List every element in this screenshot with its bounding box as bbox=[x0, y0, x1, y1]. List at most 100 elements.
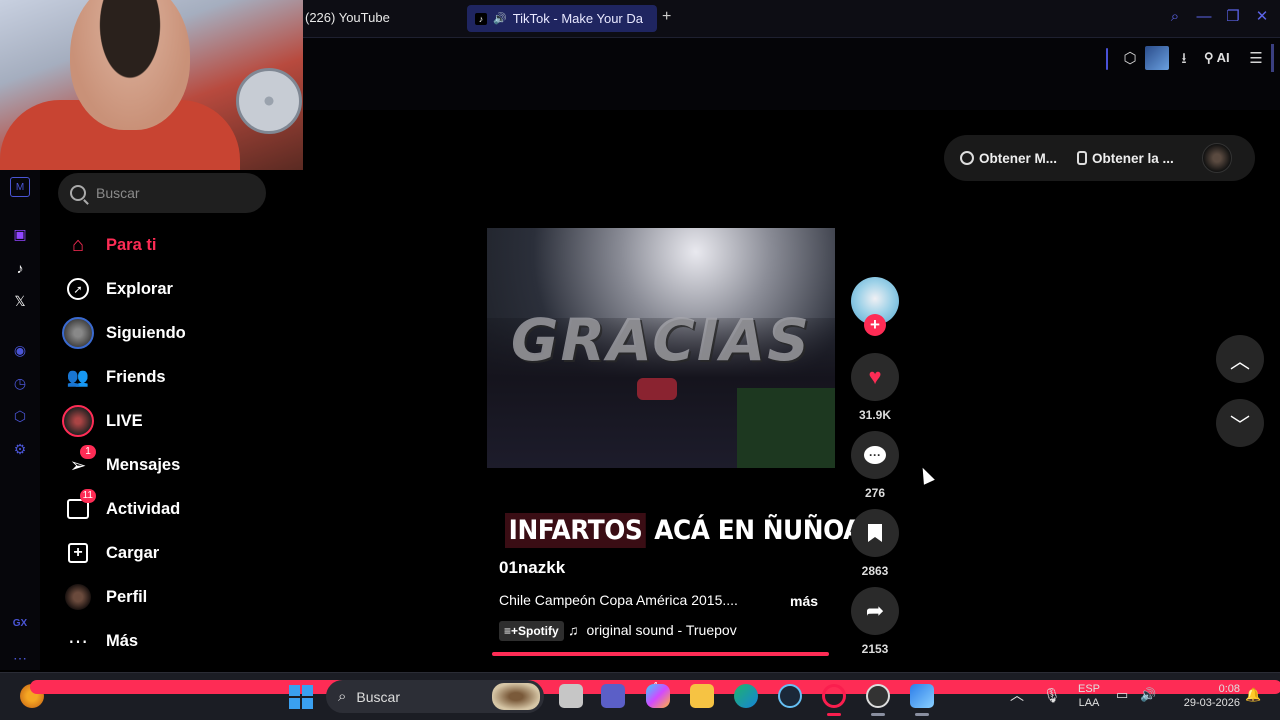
notifications-icon[interactable]: 🔔 bbox=[1245, 688, 1261, 702]
sound-link[interactable]: ♫ original sound - Truepov bbox=[568, 622, 737, 638]
nav-following[interactable]: Siguiendo bbox=[62, 317, 282, 349]
extensions-rail-icon[interactable]: ⬡ bbox=[10, 406, 30, 426]
opera-gx-icon[interactable] bbox=[822, 684, 846, 708]
share-button[interactable]: ➦ bbox=[851, 587, 899, 635]
speaker-icon: 🔊 bbox=[493, 13, 507, 25]
live-avatar-icon bbox=[62, 405, 94, 437]
close-button[interactable]: ✕ bbox=[1254, 9, 1270, 25]
tiktok-logo-icon: ♪ bbox=[475, 12, 487, 25]
save-button[interactable] bbox=[851, 509, 899, 557]
messages-badge: 1 bbox=[80, 445, 96, 459]
taskbar-search[interactable]: ⌕ Buscar bbox=[326, 680, 544, 713]
video-username[interactable]: 01nazkk bbox=[499, 558, 565, 578]
language-line-1: ESP bbox=[1077, 683, 1100, 695]
top-actions-bar: Obtener M... Obtener la ... bbox=[944, 135, 1255, 181]
next-video-button[interactable]: ﹀ bbox=[1216, 399, 1264, 447]
playlist-icon: ≡+ bbox=[504, 624, 519, 638]
new-tab-button[interactable]: + bbox=[662, 8, 671, 26]
nav-profile[interactable]: Perfil bbox=[62, 581, 282, 613]
nav-upload[interactable]: + Cargar bbox=[62, 537, 282, 569]
nav-messages[interactable]: ➢ 1 Mensajes bbox=[62, 445, 282, 481]
video-flag bbox=[637, 378, 677, 400]
nav-label: Más bbox=[106, 631, 139, 650]
taskbar-search-label: Buscar bbox=[356, 688, 400, 705]
friends-icon: 👥 bbox=[66, 366, 90, 387]
spotify-tag[interactable]: ≡+Spotify bbox=[499, 621, 564, 641]
file-explorer-icon[interactable] bbox=[690, 684, 714, 708]
x-icon[interactable]: 𝕏 bbox=[10, 291, 30, 311]
start-button[interactable] bbox=[289, 685, 313, 709]
minimize-button[interactable]: — bbox=[1196, 9, 1212, 25]
app-indicator bbox=[871, 713, 885, 716]
clock-time: 0:08 bbox=[1218, 683, 1240, 695]
edge-icon[interactable] bbox=[734, 684, 758, 708]
language-line-2: LAA bbox=[1078, 697, 1100, 709]
get-mobile-app-button[interactable]: Obtener la ... bbox=[1077, 151, 1174, 166]
nav-label: Cargar bbox=[106, 543, 160, 562]
nav-for-you[interactable]: ⌂ Para ti bbox=[62, 229, 282, 261]
activity-badge: 11 bbox=[79, 489, 96, 503]
video-description: Chile Campeón Copa América 2015.... bbox=[499, 592, 738, 608]
tiktok-rail-icon[interactable]: ♪ bbox=[10, 258, 30, 278]
network-icon[interactable]: ▭ bbox=[1116, 688, 1128, 702]
nav-explore[interactable]: ➚ Explorar bbox=[62, 273, 282, 305]
obs-icon[interactable] bbox=[866, 684, 890, 708]
get-desktop-app-button[interactable]: Obtener M... bbox=[960, 151, 1057, 166]
messenger-icon[interactable]: M bbox=[10, 177, 30, 197]
following-avatar-icon bbox=[62, 317, 94, 349]
like-button[interactable]: ♥ bbox=[851, 353, 899, 401]
task-view-icon[interactable] bbox=[559, 684, 583, 708]
microphone-icon[interactable]: 🎙 bbox=[1043, 688, 1061, 702]
user-avatar[interactable] bbox=[1201, 143, 1232, 173]
webcam-person bbox=[70, 0, 190, 130]
volume-icon[interactable]: 🔊 bbox=[1140, 688, 1156, 702]
search-bar[interactable] bbox=[58, 173, 266, 213]
search-input[interactable] bbox=[96, 185, 246, 201]
tray-overflow-icon[interactable]: ︿ bbox=[1010, 688, 1024, 702]
home-icon: ⌂ bbox=[71, 233, 85, 256]
history-icon[interactable]: ◷ bbox=[10, 373, 30, 393]
settings-icon[interactable]: ⚙ bbox=[10, 439, 30, 459]
comment-icon: ··· bbox=[864, 446, 886, 464]
follow-button[interactable]: + bbox=[864, 314, 886, 336]
like-count: 31.9K bbox=[858, 408, 892, 422]
language-indicator[interactable]: ESP LAA bbox=[1074, 682, 1104, 710]
nav-more[interactable]: ⋯ Más bbox=[62, 625, 282, 657]
search-tabs-icon[interactable]: ⌕ bbox=[1167, 9, 1183, 25]
ai-label: AI bbox=[1216, 50, 1230, 65]
extension-thumbnail-icon[interactable] bbox=[1145, 46, 1169, 70]
nav-label: Actividad bbox=[106, 499, 181, 518]
previous-video-button[interactable]: ︿ bbox=[1216, 335, 1264, 383]
activity-icon: 11 bbox=[62, 489, 96, 525]
menu-icon[interactable]: ☰ bbox=[1246, 49, 1266, 69]
steam-icon[interactable] bbox=[778, 684, 802, 708]
bookmark-icon bbox=[868, 524, 882, 542]
clock[interactable]: 0:08 29-03-2026 bbox=[1170, 682, 1240, 710]
nav-label: Para ti bbox=[106, 235, 157, 254]
video-player[interactable]: GRACIAS bbox=[487, 228, 835, 468]
tab-youtube[interactable]: (226) YouTube bbox=[305, 10, 390, 25]
nav-label: Mensajes bbox=[106, 455, 181, 474]
more-button[interactable]: más bbox=[790, 593, 818, 609]
teams-icon[interactable] bbox=[601, 684, 625, 708]
caption-highlight: INFARTOS bbox=[505, 513, 647, 548]
profile-avatar-icon bbox=[62, 581, 94, 613]
twitch-icon[interactable]: ▣ bbox=[10, 224, 30, 244]
photos-icon[interactable] bbox=[910, 684, 934, 708]
copilot-icon[interactable] bbox=[646, 684, 670, 708]
video-field bbox=[737, 388, 835, 468]
rail-more-icon[interactable]: ⋯ bbox=[10, 648, 30, 668]
comment-button[interactable]: ··· bbox=[851, 431, 899, 479]
caption-rest: ACÁ EN ÑUÑOA bbox=[646, 515, 862, 546]
player-icon[interactable]: ◉ bbox=[10, 340, 30, 360]
tab-tiktok[interactable]: ♪ 🔊 TikTok - Make Your Da bbox=[467, 5, 657, 32]
restore-button[interactable]: ❐ bbox=[1225, 9, 1241, 25]
extensions-icon[interactable]: ⬡ bbox=[1120, 49, 1140, 69]
ai-button[interactable]: ⚲ AI bbox=[1204, 50, 1230, 66]
download-icon[interactable]: ⭳ bbox=[1174, 49, 1194, 69]
nav-friends[interactable]: 👥 Friends bbox=[62, 361, 282, 393]
gx-corner-icon[interactable]: GX bbox=[10, 614, 30, 634]
nav-activity[interactable]: 11 Actividad bbox=[62, 489, 282, 525]
video-progress-bar[interactable] bbox=[492, 652, 829, 656]
nav-live[interactable]: LIVE bbox=[62, 405, 282, 437]
